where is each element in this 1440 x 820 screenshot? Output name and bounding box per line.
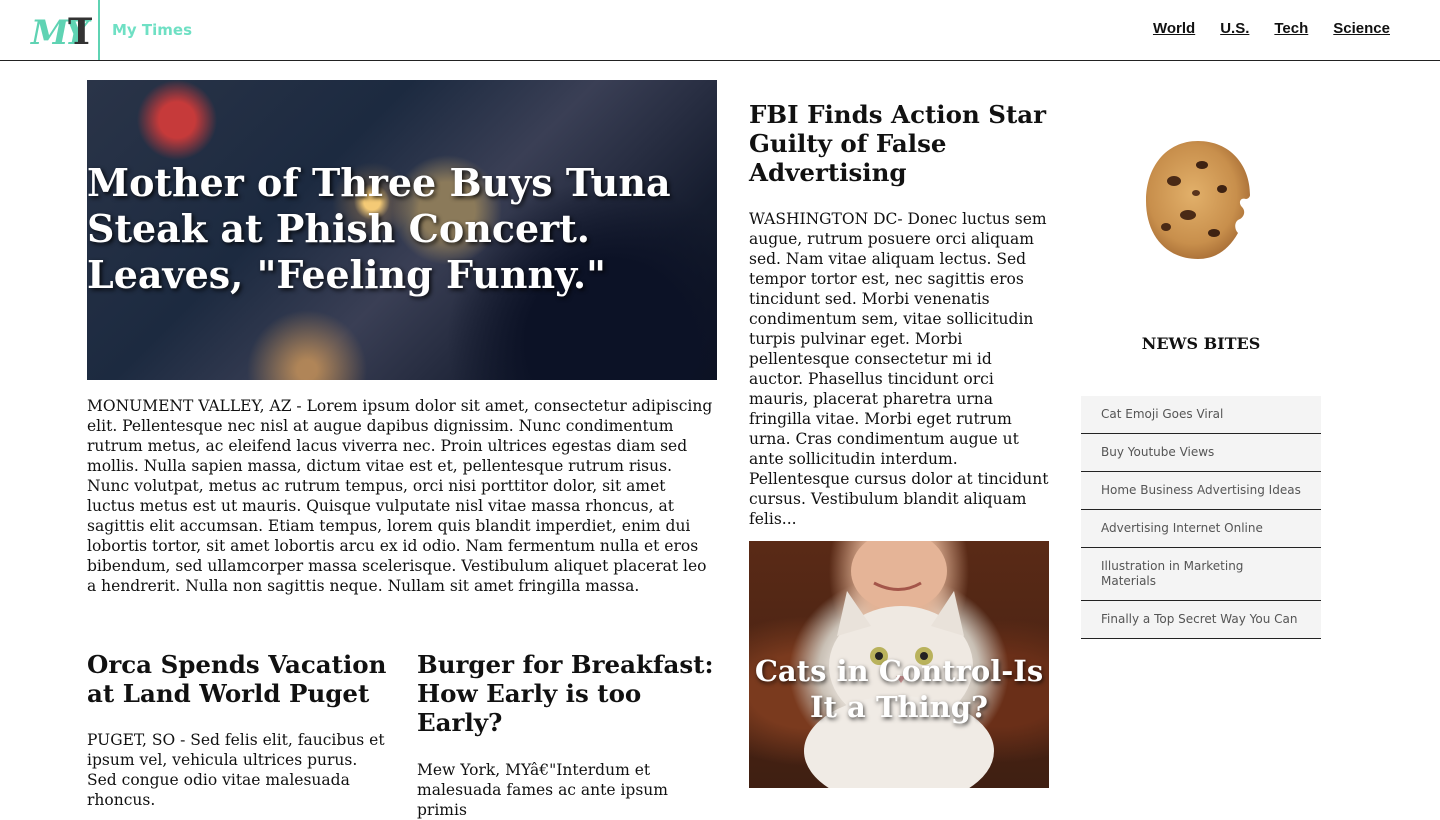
news-bite-item[interactable]: Home Business Advertising Ideas bbox=[1081, 472, 1321, 510]
lead-story-body: MONUMENT VALLEY, AZ - Lorem ipsum dolor … bbox=[87, 397, 713, 595]
fbi-story-body: WASHINGTON DC- Donec luctus sem augue, r… bbox=[749, 210, 1049, 528]
cat-story-image[interactable]: Cats in Control-Is It a Thing? bbox=[749, 541, 1049, 788]
svg-text:T: T bbox=[68, 11, 92, 50]
lead-story-title[interactable]: Mother of Three Buys Tuna Steak at Phish… bbox=[87, 160, 707, 298]
nav-tech[interactable]: Tech bbox=[1274, 20, 1308, 37]
burger-story-body: Mew York, MYâ€"Interdum et malesuada fam… bbox=[417, 761, 668, 819]
top-bar: MY T My Times World U.S. Tech Science bbox=[0, 0, 1440, 61]
news-bite-item[interactable]: Illustration in Marketing Materials bbox=[1081, 548, 1321, 601]
main-nav: World U.S. Tech Science bbox=[1153, 20, 1390, 37]
fbi-story-title[interactable]: FBI Finds Action Star Guilty of False Ad… bbox=[749, 100, 1049, 187]
cookie-image bbox=[1146, 141, 1250, 259]
news-bites-title: NEWS BITES bbox=[1141, 334, 1261, 353]
news-bites-list: Cat Emoji Goes Viral Buy Youtube Views H… bbox=[1081, 396, 1321, 639]
logo-divider bbox=[98, 0, 100, 60]
nav-us[interactable]: U.S. bbox=[1220, 20, 1249, 37]
news-bite-item[interactable]: Advertising Internet Online bbox=[1081, 510, 1321, 548]
orca-story-body: PUGET, SO - Sed felis elit, faucibus et … bbox=[87, 731, 385, 809]
news-bite-item[interactable]: Cat Emoji Goes Viral bbox=[1081, 396, 1321, 434]
nav-world[interactable]: World bbox=[1153, 20, 1195, 37]
news-bite-item[interactable]: Buy Youtube Views bbox=[1081, 434, 1321, 472]
burger-story-title[interactable]: Burger for Breakfast: How Early is too E… bbox=[417, 650, 717, 737]
orca-story-title[interactable]: Orca Spends Vacation at Land World Puget bbox=[87, 650, 387, 708]
logo[interactable]: MY T bbox=[30, 10, 92, 50]
news-bite-item[interactable]: Finally a Top Secret Way You Can bbox=[1081, 601, 1321, 639]
nav-science[interactable]: Science bbox=[1333, 20, 1390, 37]
cat-story-title[interactable]: Cats in Control-Is It a Thing? bbox=[749, 653, 1049, 725]
lead-story-image[interactable]: Mother of Three Buys Tuna Steak at Phish… bbox=[87, 80, 717, 380]
brand-name[interactable]: My Times bbox=[112, 21, 192, 39]
